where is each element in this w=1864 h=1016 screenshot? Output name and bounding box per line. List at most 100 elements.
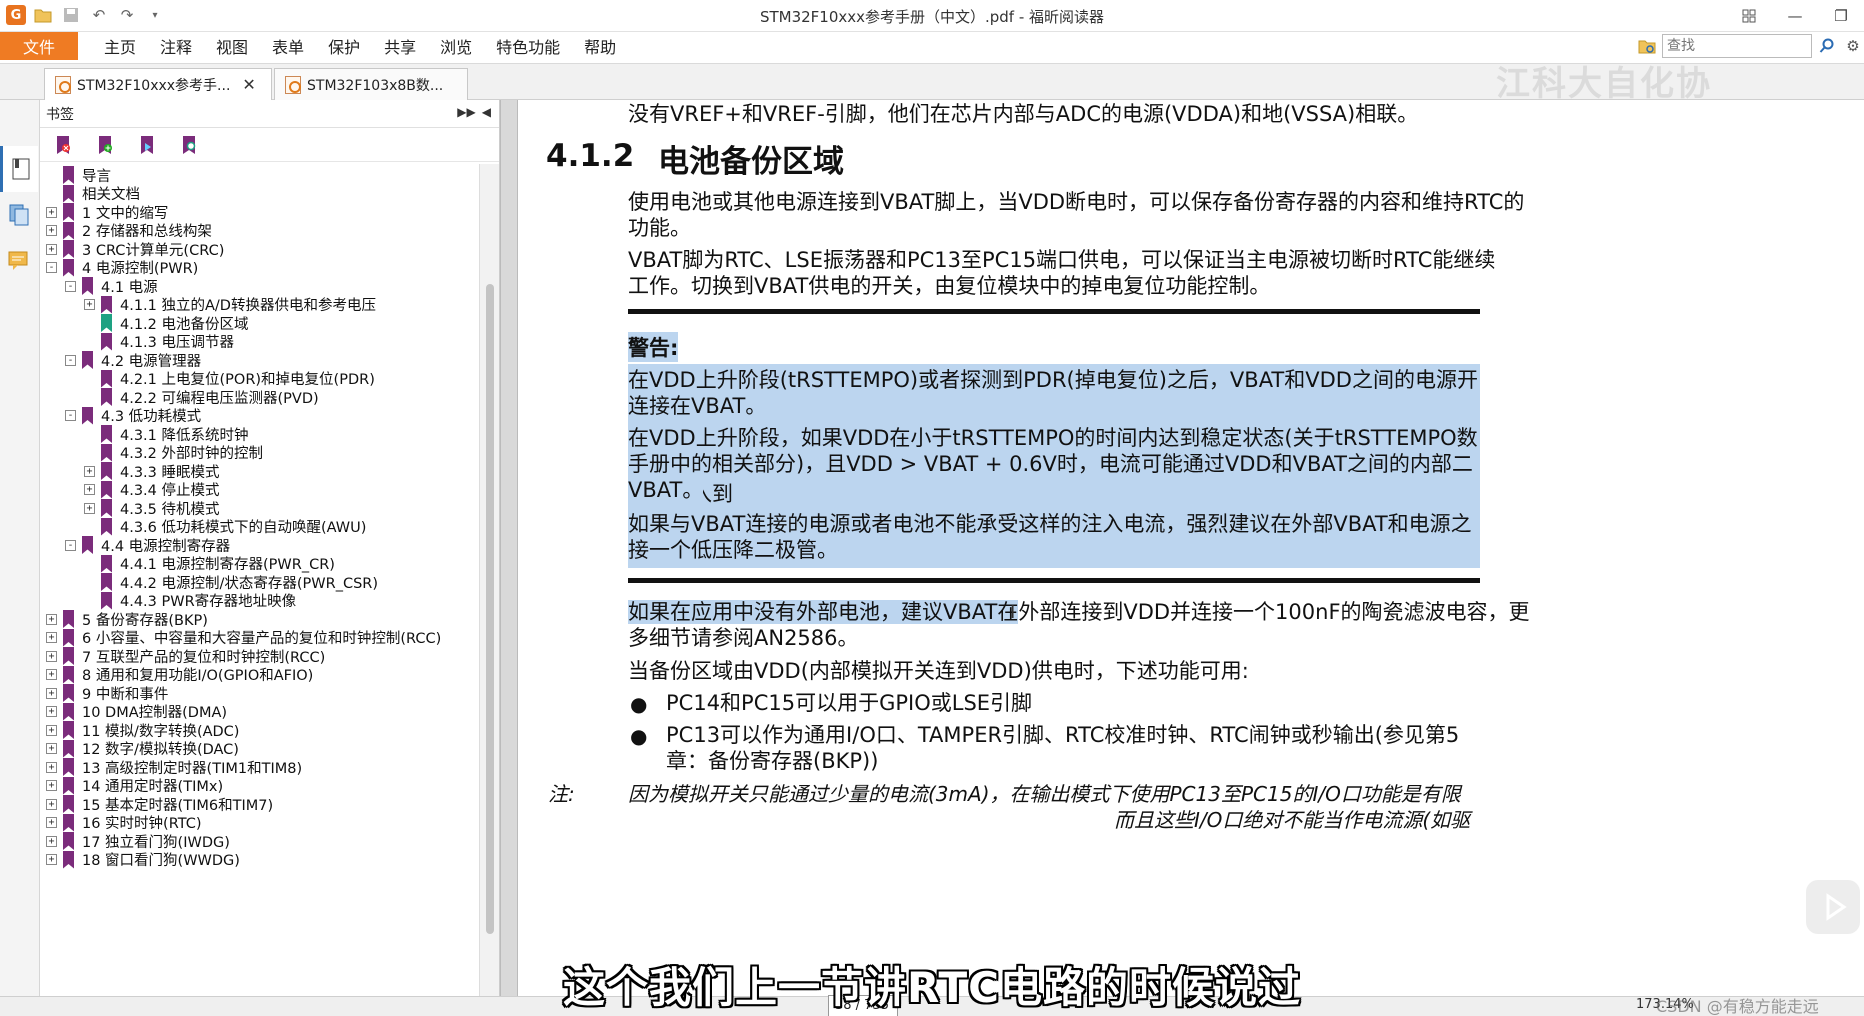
bookmark-icon <box>101 499 112 517</box>
search-icon[interactable] <box>1816 35 1838 57</box>
undo-icon[interactable]: ↶ <box>88 4 110 26</box>
menu-items: 主页 注释 视图 表单 保护 共享 浏览 特色功能 帮助 <box>92 36 628 60</box>
expand-icon[interactable]: + <box>46 669 57 680</box>
search-area: ⚙ <box>1636 34 1864 58</box>
menu-home[interactable]: 主页 <box>92 36 148 60</box>
search-input[interactable] <box>1662 34 1812 58</box>
bookmarks-title: 书签 <box>46 106 74 123</box>
bookmark-icon <box>63 628 74 647</box>
expand-icon[interactable]: + <box>46 780 57 791</box>
bookmark-icon <box>63 221 74 240</box>
menu-help[interactable]: 帮助 <box>572 36 628 60</box>
doc-line: 功能。 <box>628 216 691 240</box>
expand-icon[interactable]: + <box>46 724 57 736</box>
expand-icon[interactable]: + <box>84 299 95 310</box>
bookmark-icon <box>101 443 112 462</box>
bookmark-icon <box>101 314 112 332</box>
menu-browse[interactable]: 浏览 <box>428 36 484 60</box>
redo-icon[interactable]: ↷ <box>116 4 138 26</box>
close-tab-icon[interactable]: ✕ <box>242 75 255 94</box>
bookmark-icon <box>101 573 112 591</box>
bookmarks-panel-icon[interactable] <box>0 146 38 192</box>
menu-features[interactable]: 特色功能 <box>484 36 572 60</box>
collapse-icon[interactable]: - <box>46 262 57 273</box>
expand-panel-icon[interactable]: ▶▶ <box>457 105 475 119</box>
pages-panel-icon[interactable] <box>0 192 38 238</box>
open-icon[interactable] <box>32 4 54 26</box>
bookmarks-panel: 书签 ▶▶ ◀ 导言 相关文档 +1 文中的缩写 +2 存储器和总线构架 +3 CRC计… <box>40 100 500 996</box>
expand-icon[interactable]: + <box>46 706 57 717</box>
bookmark-icon <box>63 665 74 684</box>
panel-splitter[interactable] <box>500 100 518 1016</box>
bookmarks-scrollbar[interactable] <box>479 164 499 996</box>
doc-line: 当备份区域由VDD(内部模拟开关连到VDD)供电时，下述功能可用: <box>628 659 1249 683</box>
collapse-icon[interactable]: - <box>65 280 76 292</box>
play-button-overlay[interactable] <box>1806 880 1860 934</box>
note-label: 注: <box>548 782 575 806</box>
tab-reference-manual[interactable]: STM32F10xxx参考手... ✕ <box>44 68 272 100</box>
app-icon[interactable]: G <box>6 5 26 25</box>
document-view[interactable]: 没有VREF+和VREF-引脚，他们在芯片内部与ADC的电源(VDDA)和地(V… <box>518 100 1864 996</box>
collapse-panel-icon[interactable]: ◀ <box>482 105 491 119</box>
doc-line: 手册中的相关部分)，且VDD > VBAT + 0.6V时，电流可能通过VDD和… <box>628 448 1480 508</box>
bookmark-icon <box>101 480 112 499</box>
expand-icon[interactable]: + <box>46 225 57 236</box>
expand-icon[interactable]: + <box>84 465 95 477</box>
expand-icon[interactable]: + <box>46 798 57 810</box>
settings-gear-icon[interactable]: ⚙ <box>1842 35 1864 57</box>
bookmarks-toolbar <box>40 128 499 162</box>
bookmark-icon <box>63 184 74 203</box>
navigation-strip <box>0 100 40 1016</box>
menu-share[interactable]: 共享 <box>372 36 428 60</box>
comments-panel-icon[interactable] <box>0 238 38 284</box>
bookmark-find-icon[interactable] <box>178 134 200 156</box>
expand-icon[interactable]: + <box>46 243 57 255</box>
minimize-icon[interactable]: — <box>1772 0 1818 32</box>
expand-icon[interactable]: + <box>84 502 95 514</box>
expand-icon[interactable]: + <box>46 835 57 847</box>
bookmark-icon <box>63 739 74 758</box>
menu-view[interactable]: 视图 <box>204 36 260 60</box>
expand-icon[interactable]: + <box>46 632 57 643</box>
expand-icon[interactable]: + <box>46 854 57 865</box>
collapse-icon[interactable]: - <box>65 354 76 366</box>
section-title: 电池备份区域 <box>658 144 844 180</box>
add-bookmark-icon[interactable] <box>94 134 116 156</box>
bullet-dot-icon: ● <box>630 692 648 716</box>
search-options-icon[interactable] <box>1636 35 1658 57</box>
bookmark-icon <box>63 166 74 184</box>
expand-icon[interactable]: + <box>84 484 95 495</box>
collapse-icon[interactable]: - <box>65 410 76 421</box>
bookmark-icon <box>63 610 74 628</box>
expand-icon[interactable]: + <box>46 613 57 625</box>
bookmark-jump-icon[interactable] <box>136 134 158 156</box>
bookmark-icon <box>63 240 74 258</box>
scrollbar-thumb[interactable] <box>486 284 494 934</box>
file-menu[interactable]: 文件 <box>0 32 78 60</box>
doc-line: 工作。切换到VBAT供电的开关，由复位模块中的掉电复位功能控制。 <box>628 274 1271 298</box>
bookmark-icon <box>82 536 93 554</box>
bookmark-item[interactable]: +18 窗口看门狗(WWDG) <box>46 849 240 871</box>
bookmark-icon <box>63 758 74 776</box>
restore-icon[interactable]: ❐ <box>1818 0 1864 32</box>
customize-icon[interactable]: ▾ <box>144 4 166 26</box>
save-icon[interactable] <box>60 4 82 26</box>
layout-icon[interactable] <box>1726 0 1772 32</box>
collapse-icon[interactable]: - <box>65 539 76 551</box>
tab-datasheet[interactable]: STM32F103x8B数... <box>274 68 468 100</box>
menu-comment[interactable]: 注释 <box>148 36 204 60</box>
expand-icon[interactable]: + <box>46 687 57 699</box>
bookmark-icon <box>63 813 74 832</box>
menu-protect[interactable]: 保护 <box>316 36 372 60</box>
doc-text: 外部连接到VDD并连接一个100nF的陶瓷滤波电容，更 <box>1018 600 1530 624</box>
bookmark-icon <box>101 517 112 536</box>
expand-icon[interactable]: + <box>46 743 57 754</box>
expand-icon[interactable]: + <box>46 206 57 218</box>
expand-icon[interactable]: + <box>46 817 57 828</box>
bookmark-icon <box>63 258 74 277</box>
delete-bookmark-icon[interactable] <box>52 134 74 156</box>
expand-icon[interactable]: + <box>46 761 57 773</box>
bookmark-icon <box>82 277 93 295</box>
expand-icon[interactable]: + <box>46 650 57 662</box>
menu-form[interactable]: 表单 <box>260 36 316 60</box>
